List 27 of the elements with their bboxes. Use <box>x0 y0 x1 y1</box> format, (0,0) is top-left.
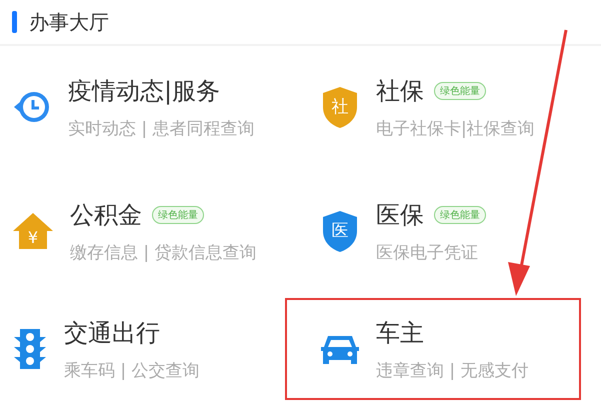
service-item[interactable]: ¥ 公积金 绿色能量 缴存信息 | 贷款信息查询 <box>0 174 285 298</box>
service-title: 医保 <box>376 200 424 230</box>
energy-tag: 绿色能量 <box>434 82 486 100</box>
service-title: 交通出行 <box>64 318 160 348</box>
icon-label: ¥ <box>28 228 38 247</box>
service-subtitle: 医保电子凭证 <box>376 242 479 264</box>
energy-tag: 绿色能量 <box>434 206 486 224</box>
service-item[interactable]: 交通出行 乘车码 | 公交查询 <box>0 298 285 400</box>
section-title: 办事大厅 <box>29 8 109 36</box>
service-title: 公积金 <box>70 200 142 230</box>
service-subtitle: 违章查询 | 无感支付 <box>376 360 529 382</box>
energy-tag: 绿色能量 <box>152 206 204 224</box>
service-subtitle: 实时动态 | 患者同程查询 <box>68 118 255 140</box>
service-subtitle: 缴存信息 | 贷款信息查询 <box>70 242 257 264</box>
service-subtitle: 乘车码 | 公交查询 <box>64 360 200 382</box>
service-item[interactable]: 车主 违章查询 | 无感支付 <box>285 298 581 400</box>
traffic-light-icon <box>12 327 48 371</box>
accent-bar <box>12 11 17 33</box>
service-item[interactable]: 社 社保 绿色能量 电子社保卡|社保查询 <box>285 50 581 174</box>
service-title: 社保 <box>376 76 424 106</box>
service-item[interactable]: 疫情动态|服务 实时动态 | 患者同程查询 <box>0 50 285 174</box>
service-subtitle: 电子社保卡|社保查询 <box>376 118 535 140</box>
icon-label: 社 <box>332 97 348 117</box>
service-title: 车主 <box>376 318 424 348</box>
service-title: 疫情动态|服务 <box>68 76 220 106</box>
service-item[interactable]: 医 医保 绿色能量 医保电子凭证 <box>285 174 581 298</box>
icon-label: 医 <box>332 221 348 241</box>
